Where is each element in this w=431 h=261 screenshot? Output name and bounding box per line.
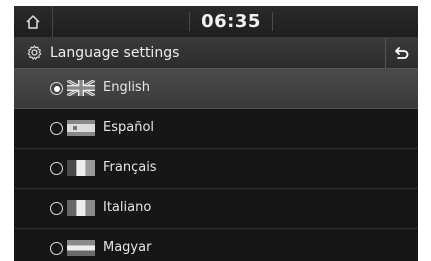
gear-icon [27,45,42,60]
language-item-francais[interactable]: Français [14,149,418,189]
head-unit-screen: 06:35 Language settings English Español … [14,6,418,261]
status-divider [272,12,273,31]
france-flag-icon [67,160,95,176]
language-label: Magyar [103,240,152,255]
back-button[interactable] [385,38,418,68]
language-label: Italiano [103,200,152,215]
title-bar: Language settings [14,38,418,69]
spain-flag-icon [67,120,95,136]
status-divider [189,12,190,31]
language-list: English Español Français Italiano Magyar [14,69,418,261]
language-item-espanol[interactable]: Español [14,109,418,149]
status-bar: 06:35 [14,6,418,38]
hungary-flag-icon [67,240,95,256]
language-label: Español [103,120,155,135]
language-item-magyar[interactable]: Magyar [14,229,418,261]
back-arrow-icon [395,47,409,59]
radio-selected[interactable] [50,82,63,95]
uk-flag-icon [67,80,95,96]
home-button[interactable] [14,6,53,37]
clock: 06:35 [201,11,261,32]
language-item-italiano[interactable]: Italiano [14,189,418,229]
home-icon [26,14,40,29]
language-label: English [103,80,150,95]
italy-flag-icon [67,200,95,216]
page-title: Language settings [50,45,180,61]
radio-unselected[interactable] [50,162,63,175]
radio-unselected[interactable] [50,122,63,135]
radio-unselected[interactable] [50,242,63,255]
language-label: Français [103,160,157,175]
radio-unselected[interactable] [50,202,63,215]
language-item-english[interactable]: English [14,69,418,109]
